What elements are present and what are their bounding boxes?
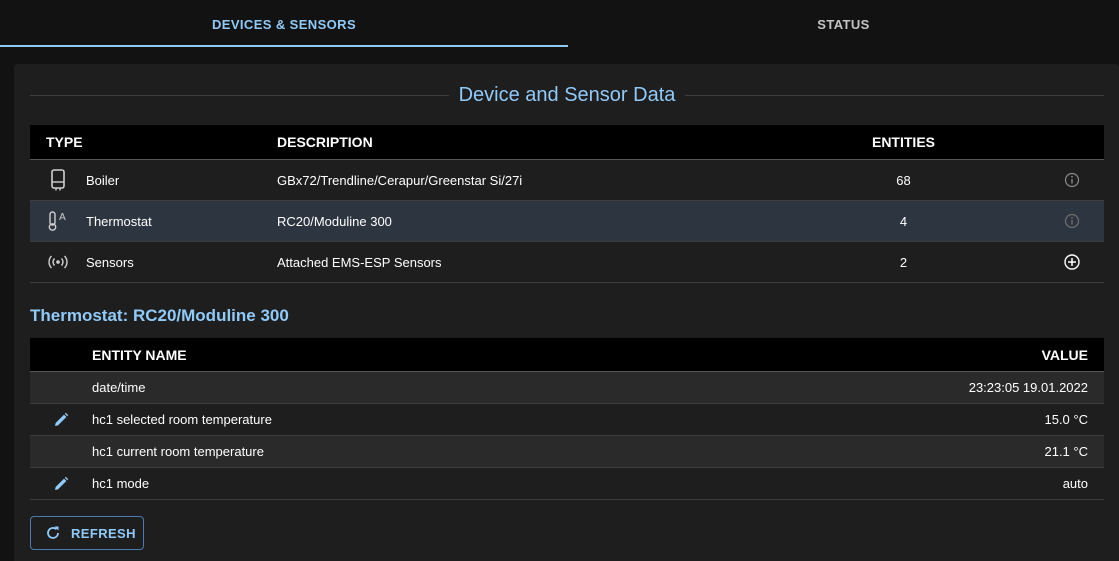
boiler-icon: [30, 169, 86, 191]
entity-name: date/time: [92, 380, 146, 395]
entity-row[interactable]: hc1 selected room temperature 15.0 °C: [30, 404, 1104, 436]
device-entities: 4: [899, 213, 908, 229]
entity-row: hc1 current room temperature 21.1 °C: [30, 436, 1104, 468]
header-type: TYPE: [46, 134, 83, 150]
devices-table: TYPE DESCRIPTION ENTITIES Boiler GBx72/T…: [30, 125, 1104, 283]
device-type: Thermostat: [86, 213, 152, 229]
entity-row[interactable]: hc1 mode auto: [30, 468, 1104, 500]
device-entities: 68: [896, 172, 911, 188]
header-entity-name: ENTITY NAME: [92, 346, 187, 363]
device-description: RC20/Moduline 300: [277, 213, 392, 229]
svg-text:A: A: [59, 212, 66, 223]
device-row-boiler[interactable]: Boiler GBx72/Trendline/Cerapur/Greenstar…: [30, 160, 1104, 201]
device-type: Boiler: [86, 172, 120, 188]
info-icon[interactable]: [1040, 213, 1104, 229]
edit-icon[interactable]: [30, 476, 92, 492]
header-value: VALUE: [1041, 346, 1088, 363]
section-header: Device and Sensor Data: [30, 80, 1104, 110]
tab-indicator: [0, 45, 568, 47]
tab-status[interactable]: STATUS: [568, 0, 1119, 48]
entity-row: date/time 23:23:05 19.01.2022: [30, 372, 1104, 404]
entity-value: 23:23:05 19.01.2022: [968, 380, 1088, 395]
devices-panel: Device and Sensor Data TYPE DESCRIPTION …: [14, 64, 1119, 561]
header-entities: ENTITIES: [871, 134, 935, 150]
info-icon[interactable]: [1040, 172, 1104, 188]
device-type: Sensors: [86, 254, 134, 270]
entity-value: 21.1 °C: [1044, 444, 1088, 459]
device-description: Attached EMS-ESP Sensors: [277, 254, 442, 270]
entities-table: ENTITY NAME VALUE date/time 23:23:05 19.…: [30, 338, 1104, 500]
device-row-sensors[interactable]: Sensors Attached EMS-ESP Sensors 2: [30, 242, 1104, 283]
edit-icon[interactable]: [30, 412, 92, 428]
entities-table-header: ENTITY NAME VALUE: [30, 338, 1104, 372]
entity-value: auto: [1062, 476, 1088, 491]
entity-name: hc1 current room temperature: [92, 444, 264, 459]
thermostat-icon: A: [30, 210, 86, 232]
refresh-button[interactable]: REFRESH: [30, 516, 144, 550]
entity-value: 15.0 °C: [1044, 412, 1088, 427]
device-description: GBx72/Trendline/Cerapur/Greenstar Si/27i: [277, 172, 523, 188]
device-entities: 2: [899, 254, 908, 270]
tab-bar: DEVICES & SENSORS STATUS: [0, 0, 1119, 48]
tab-devices-sensors[interactable]: DEVICES & SENSORS: [0, 0, 568, 48]
refresh-label: REFRESH: [71, 525, 136, 541]
refresh-icon: [47, 526, 59, 539]
devices-table-header: TYPE DESCRIPTION ENTITIES: [30, 125, 1104, 160]
section-title: Device and Sensor Data: [30, 84, 1104, 107]
sensors-icon: [30, 254, 86, 270]
device-row-thermostat[interactable]: A Thermostat RC20/Moduline 300 4: [30, 201, 1104, 242]
device-detail-title: Thermostat: RC20/Moduline 300: [30, 306, 289, 325]
add-circle-icon[interactable]: [1040, 253, 1104, 271]
header-description: DESCRIPTION: [277, 134, 373, 150]
entity-name: hc1 selected room temperature: [92, 412, 272, 427]
entity-name: hc1 mode: [92, 476, 150, 491]
